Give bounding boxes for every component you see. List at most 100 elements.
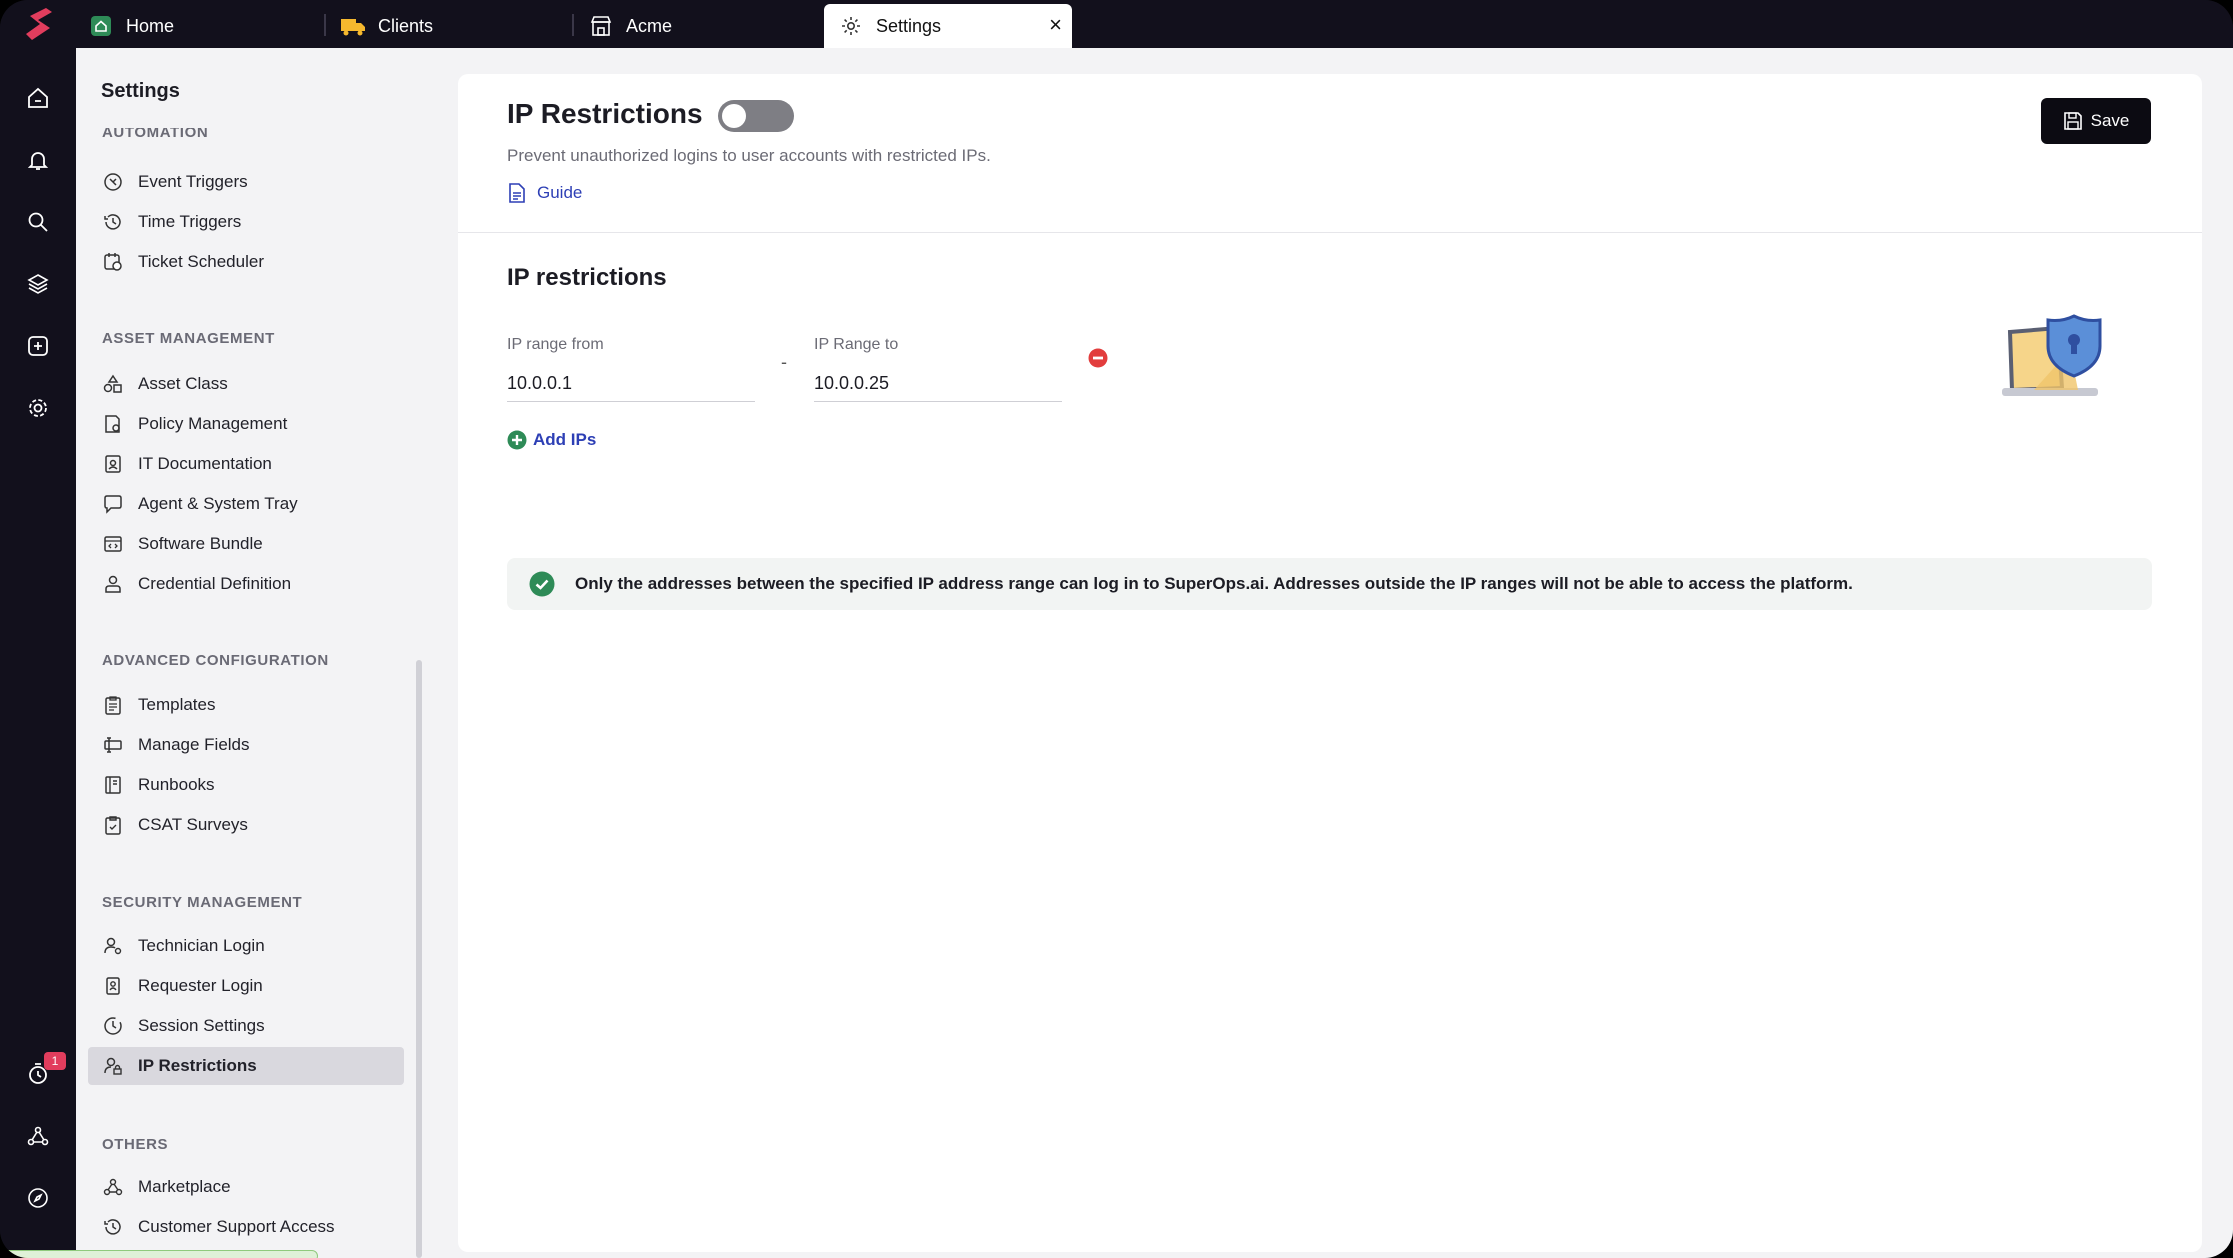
tab-acme[interactable]: Acme: [588, 4, 672, 48]
network-icon: [102, 1176, 124, 1198]
sidebar-item-csat-surveys[interactable]: CSAT Surveys: [88, 806, 404, 844]
sidebar-item-asset-class[interactable]: Asset Class: [88, 365, 404, 403]
sidebar-item-software-bundle[interactable]: Software Bundle: [88, 525, 404, 563]
sidebar-item-label: Technician Login: [138, 936, 265, 955]
laptop-shield-illustration-icon: [2002, 314, 2102, 396]
gear-icon[interactable]: [24, 394, 52, 422]
book-icon: [102, 774, 124, 796]
sidebar-item-manage-fields[interactable]: Manage Fields: [88, 726, 404, 764]
chat-monitor-icon: [102, 493, 124, 515]
sidebar-item-it-documentation[interactable]: IT Documentation: [88, 445, 404, 483]
plus-square-icon[interactable]: [24, 332, 52, 360]
sidebar-item-ip-restrictions[interactable]: IP Restrictions: [88, 1047, 404, 1085]
sidebar-item-label: Ticket Scheduler: [138, 252, 264, 271]
section-others: OTHERS: [102, 1136, 169, 1153]
sidebar-item-label: Marketplace: [138, 1177, 231, 1196]
event-trigger-icon: [102, 171, 124, 193]
toast-notification: [0, 1250, 318, 1258]
save-button[interactable]: Save: [2041, 98, 2151, 144]
section-advanced-configuration: ADVANCED CONFIGURATION: [102, 652, 329, 669]
tab-settings-label: Settings: [876, 15, 942, 36]
sidebar-item-runbooks[interactable]: Runbooks: [88, 766, 404, 804]
sidebar-item-credential-definition[interactable]: Credential Definition: [88, 565, 404, 603]
sidebar-item-event-triggers[interactable]: Event Triggers: [88, 163, 404, 201]
sidebar-item-time-triggers[interactable]: Time Triggers: [88, 203, 404, 241]
sidebar-item-label: Session Settings: [138, 1016, 265, 1035]
compass-icon[interactable]: [24, 1184, 52, 1212]
sidebar-item-requester-login[interactable]: Requester Login: [88, 967, 404, 1005]
sidebar-item-label: Manage Fields: [138, 735, 250, 754]
icon-rail: 1 R: [0, 48, 76, 1258]
settings-sidebar: Settings AUTOMATION Event Triggers Time …: [76, 48, 428, 1258]
sidebar-item-label: Asset Class: [138, 374, 228, 393]
ip-restrictions-toggle[interactable]: [718, 100, 794, 132]
credential-icon: [102, 573, 124, 595]
plus-circle-icon: [507, 430, 527, 450]
sidebar-item-label: Requester Login: [138, 976, 263, 995]
sidebar-item-templates[interactable]: Templates: [88, 686, 404, 724]
history-icon: [102, 1216, 124, 1238]
remove-range-icon[interactable]: [1088, 348, 1108, 368]
ip-range-to-input[interactable]: [814, 366, 1062, 402]
close-tab-icon[interactable]: ×: [1049, 14, 1062, 36]
notice-text: Only the addresses between the specified…: [575, 574, 1853, 593]
input-field-icon: [102, 734, 124, 756]
tab-clients-label: Clients: [378, 15, 434, 36]
toggle-knob: [722, 104, 746, 128]
sidebar-item-label: Event Triggers: [138, 172, 248, 191]
sidebar-title: Settings: [101, 80, 180, 102]
section-automation: AUTOMATION: [102, 128, 208, 142]
section-label: AUTOMATION: [102, 128, 209, 141]
sidebar-item-label: IT Documentation: [138, 454, 272, 473]
document-icon: [507, 182, 529, 204]
sidebar-item-label: Agent & System Tray: [138, 494, 298, 513]
sidebar-item-label: Time Triggers: [138, 212, 242, 231]
shapes-icon: [102, 373, 124, 395]
page-subtitle: Prevent unauthorized logins to user acco…: [507, 146, 991, 165]
info-notice: Only the addresses between the specified…: [507, 558, 2152, 610]
sidebar-item-agent-system-tray[interactable]: Agent & System Tray: [88, 485, 404, 523]
store-icon: [588, 13, 614, 39]
tab-settings[interactable]: Settings ×: [824, 4, 1072, 48]
tab-separator: [572, 14, 574, 36]
sidebar-item-label: Templates: [138, 695, 216, 714]
notification-badge: 1: [44, 1052, 66, 1070]
ip-range-from-input[interactable]: [507, 366, 755, 402]
gear-icon: [838, 13, 864, 39]
sidebar-item-customer-support-access[interactable]: Customer Support Access: [88, 1208, 404, 1246]
code-window-icon: [102, 533, 124, 555]
save-label: Save: [2090, 111, 2130, 130]
document-user-icon: [102, 453, 124, 475]
sidebar-item-technician-login[interactable]: Technician Login: [88, 927, 404, 965]
tab-bar: Home Clients Acme Settings ×: [0, 0, 2233, 48]
add-ips-button[interactable]: Add IPs: [507, 430, 596, 450]
sidebar-item-marketplace[interactable]: Marketplace: [88, 1168, 404, 1206]
sidebar-item-ticket-scheduler[interactable]: Ticket Scheduler: [88, 243, 404, 281]
ip-range-from-label: IP range from: [507, 336, 604, 353]
bell-icon[interactable]: [24, 146, 52, 174]
tab-clients[interactable]: Clients: [340, 4, 433, 48]
search-icon[interactable]: [24, 208, 52, 236]
page-title: IP Restrictions: [507, 98, 703, 129]
user-gear-icon: [102, 935, 124, 957]
home-icon[interactable]: [24, 84, 52, 112]
tab-separator: [324, 14, 326, 36]
clipboard-list-icon: [102, 694, 124, 716]
id-badge-icon: [102, 975, 124, 997]
sidebar-scrollbar[interactable]: [416, 660, 422, 1258]
tab-acme-label: Acme: [626, 15, 673, 36]
workflow-icon[interactable]: [24, 1122, 52, 1150]
layers-icon[interactable]: [24, 270, 52, 298]
guide-link[interactable]: Guide: [507, 182, 582, 204]
calendar-clock-icon: [102, 251, 124, 273]
tab-home[interactable]: Home: [88, 4, 174, 48]
sidebar-item-session-settings[interactable]: Session Settings: [88, 1007, 404, 1045]
sidebar-item-label: CSAT Surveys: [138, 815, 248, 834]
superops-logo-icon[interactable]: [18, 4, 58, 44]
add-ips-label: Add IPs: [533, 430, 597, 449]
sidebar-item-label: IP Restrictions: [138, 1056, 257, 1075]
section-title: IP restrictions: [507, 264, 667, 291]
sidebar-item-policy-management[interactable]: Policy Management: [88, 405, 404, 443]
history-icon: [102, 211, 124, 233]
truck-icon: [340, 13, 366, 39]
